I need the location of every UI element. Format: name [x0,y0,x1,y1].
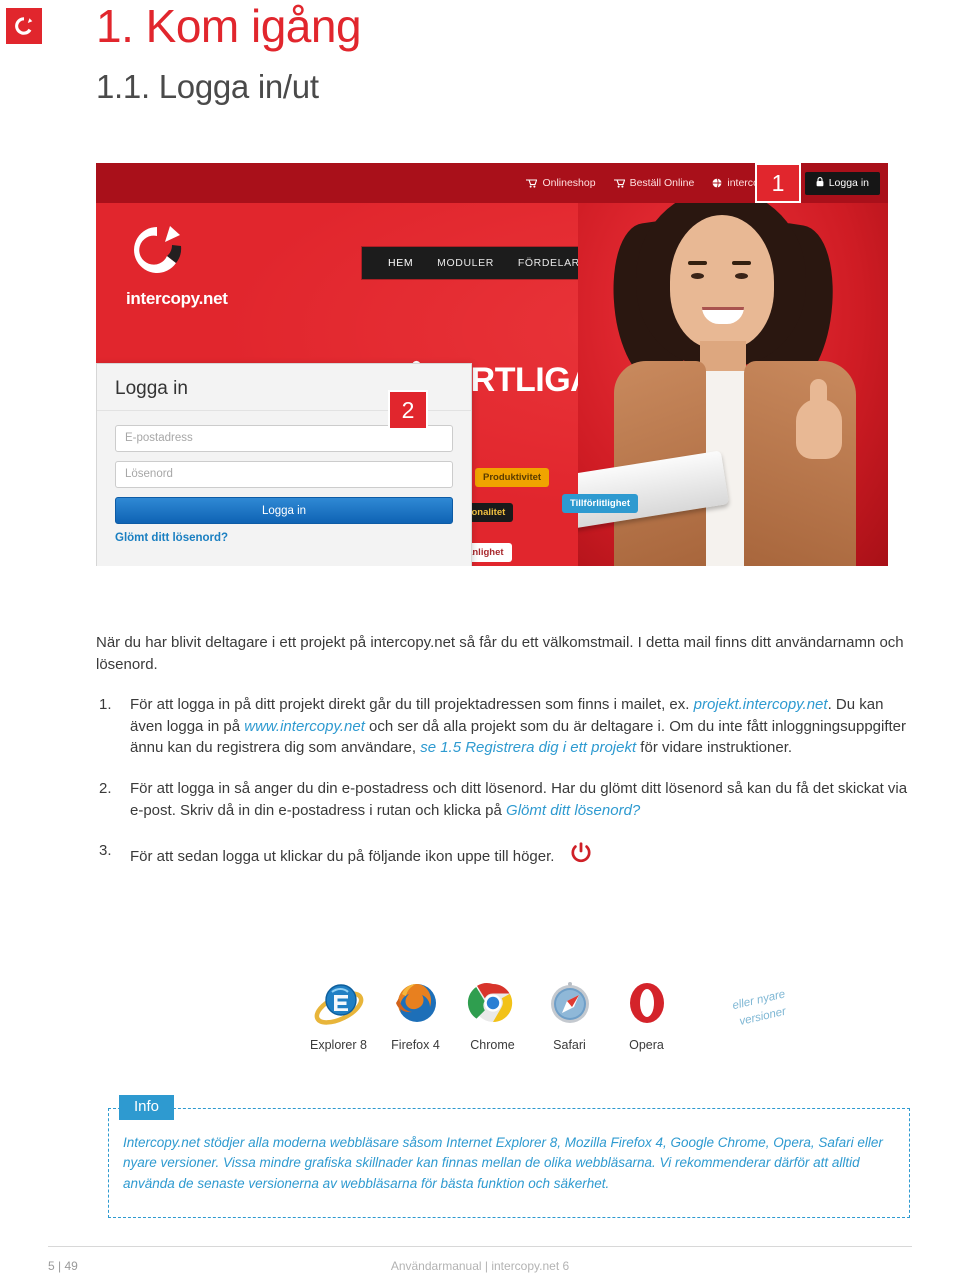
browser-chrome: Chrome [454,972,531,1052]
browser-label: Explorer 8 [310,1038,367,1052]
globe-icon [712,178,722,188]
nav-item-moduler[interactable]: MODULER [425,257,506,269]
steps-list: För att logga in på ditt projekt direkt … [96,694,916,873]
manual-page: 1. Kom igång 1.1. Logga in/ut Onlineshop… [0,0,960,1281]
lock-icon [816,176,824,190]
cart-icon [526,178,538,188]
browser-label: Opera [629,1038,664,1052]
internet-explorer-icon [300,972,377,1034]
section-title: 1.1. Logga in/ut [96,68,319,105]
info-text: Intercopy.net stödjer alla moderna webbl… [123,1135,883,1191]
chrome-icon [454,972,531,1034]
step-3-text: För att sedan logga ut klickar du på föl… [130,848,555,866]
instructions: När du har blivit deltagare i ett projek… [96,632,916,892]
intercopy-c-logo-icon [6,8,42,44]
browser-explorer: Explorer 8 [300,972,377,1052]
browser-label: Safari [553,1038,586,1052]
wordmark-text: intercopy [126,289,199,308]
site-logo[interactable]: intercopy.net [126,223,306,309]
safari-icon [531,972,608,1034]
site-login-button[interactable]: Logga in [804,171,880,195]
callout-badge-1: 1 [755,163,801,203]
intro-paragraph: När du har blivit deltagare i ett projek… [96,634,904,673]
site-login-label: Logga in [828,177,869,189]
link-glomt-losenord[interactable]: Glömt ditt lösenord? [506,802,640,819]
hero-tag-tillforlitlighet: Tillförlitlighet [562,494,638,513]
utility-link-label: Beställ Online [629,177,695,189]
info-box: Info Intercopy.net stödjer alla moderna … [108,1095,910,1218]
firefox-icon [377,972,454,1034]
login-submit-button[interactable]: Logga in [115,497,453,524]
opera-icon [608,972,685,1034]
info-badge: Info [119,1095,175,1120]
browser-label: Firefox 4 [391,1038,440,1052]
cart-icon [613,178,625,188]
link-section-1-5[interactable]: se 1.5 Registrera dig i ett projekt [420,739,636,756]
supported-browsers: Explorer 8 Firefox 4 Chrome Safari Opera [300,972,740,1052]
link-projekt-intercopy[interactable]: projekt.intercopy.net [694,696,828,713]
footer-divider [48,1246,912,1247]
hero-tag-produktivitet: Produktivitet [475,468,550,487]
step-3: För att sedan logga ut klickar du på föl… [96,840,916,873]
browser-firefox: Firefox 4 [377,972,454,1052]
step-2: För att logga in så anger du din e-posta… [96,778,916,821]
screenshot-figure: Onlineshop Beställ Online intercopy.net [96,163,888,566]
browser-opera: Opera [608,972,685,1052]
utility-link-onlineshop[interactable]: Onlineshop [526,177,596,189]
browser-safari: Safari [531,972,608,1052]
step-1-text-d: för vidare instruktioner. [636,739,793,757]
wordmark-suffix: .net [198,289,228,308]
site-logo-wordmark: intercopy.net [126,289,306,309]
step-1-text-a: För att logga in på ditt projekt direkt … [130,696,694,714]
nav-item-hem[interactable]: HEM [376,257,425,269]
callout-badge-2: 2 [388,390,428,430]
password-field[interactable]: Lösenord [115,461,453,488]
footer-caption: Användarmanual | intercopy.net 6 [390,1259,570,1273]
forgot-password-link[interactable]: Glömt ditt lösenord? [115,532,453,544]
power-icon [568,840,594,873]
page-title: 1. Kom igång [96,0,362,52]
browser-label: Chrome [470,1038,515,1052]
utility-link-bestall-online[interactable]: Beställ Online [613,177,695,189]
step-1: För att logga in på ditt projekt direkt … [96,694,916,759]
login-dialog: Logga in E-postadress Lösenord Logga in … [96,363,472,566]
utility-link-label: Onlineshop [542,177,596,189]
link-www-intercopy[interactable]: www.intercopy.net [244,718,365,735]
intercopy-c-logo-icon [134,226,182,273]
